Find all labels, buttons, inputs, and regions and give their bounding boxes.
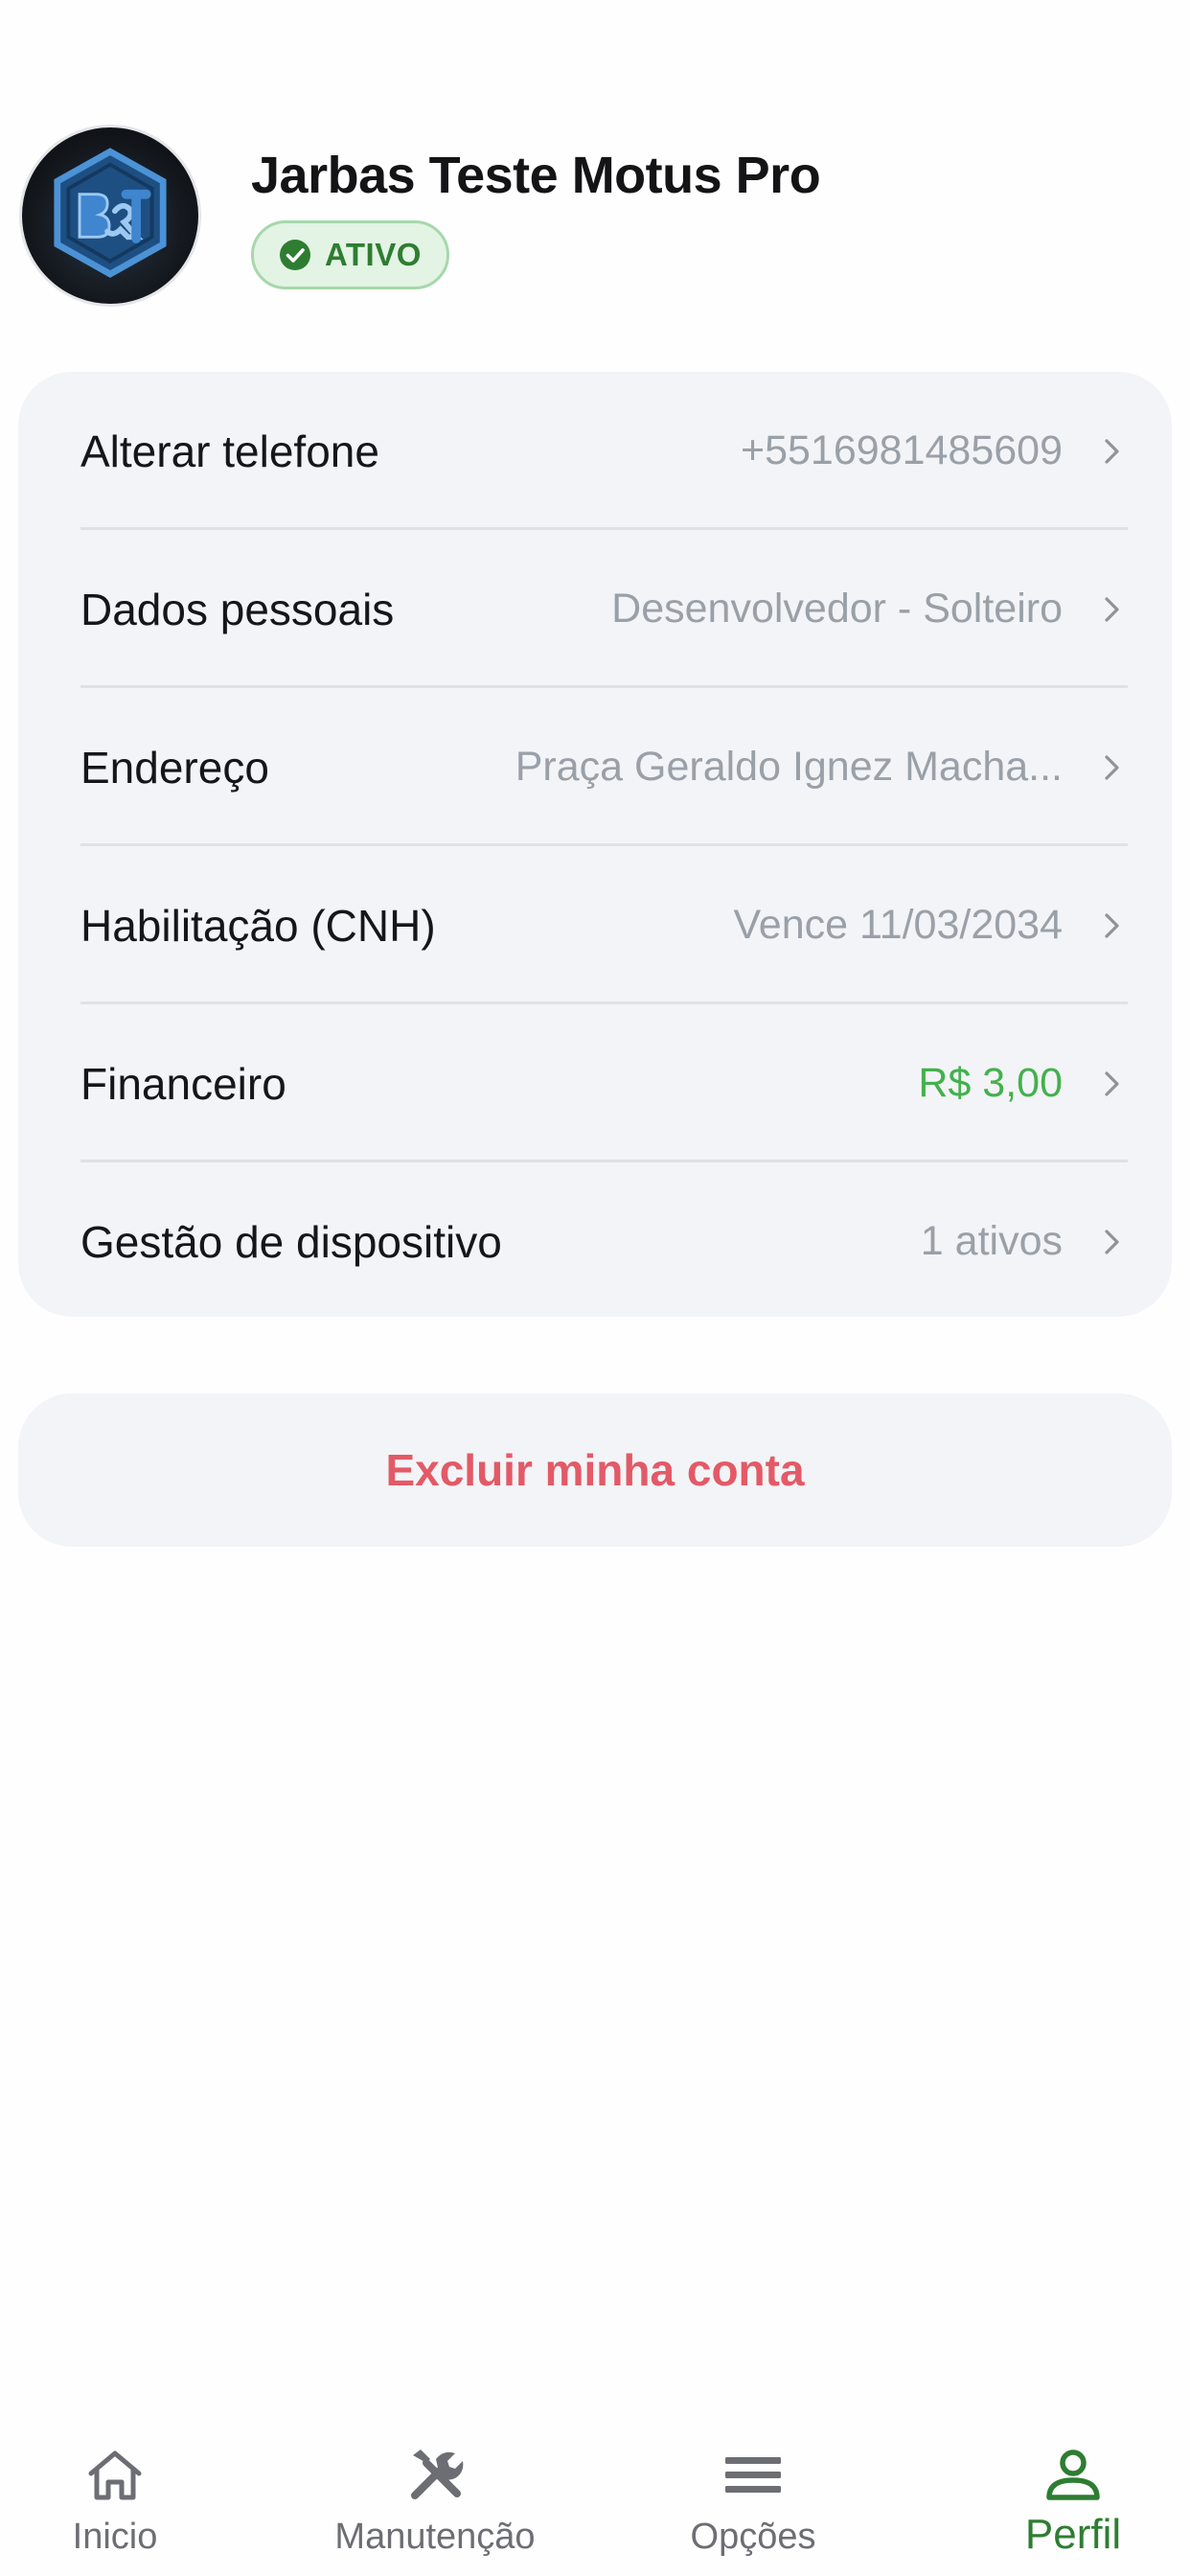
chevron-right-icon <box>1105 438 1119 464</box>
settings-item-phone[interactable]: Alterar telefone +5516981485609 <box>80 372 1128 530</box>
settings-item-value: Praça Geraldo Ignez Macha... <box>515 744 1063 790</box>
delete-account-label: Excluir minha conta <box>385 1445 805 1495</box>
settings-item-value: +5516981485609 <box>740 427 1063 473</box>
settings-item-license[interactable]: Habilitação (CNH) Vence 11/03/2034 <box>80 846 1128 1004</box>
nav-item-profile[interactable]: Perfil <box>949 2404 1190 2576</box>
nav-label: Perfil <box>1024 2511 1122 2558</box>
bottom-navigation: Inicio Manutenção Opções Perfil <box>0 2404 1190 2576</box>
settings-item-label: Financeiro <box>80 1058 286 1109</box>
check-circle-icon <box>280 240 310 270</box>
company-logo-icon <box>35 141 185 290</box>
settings-item-value: 1 ativos <box>920 1218 1063 1264</box>
settings-item-financial[interactable]: Financeiro R$ 3,00 <box>80 1004 1128 1162</box>
user-icon <box>1040 2442 1107 2509</box>
tools-icon <box>401 2442 469 2509</box>
settings-item-address[interactable]: Endereço Praça Geraldo Ignez Macha... <box>80 688 1128 846</box>
status-badge: ATIVO <box>251 220 449 289</box>
chevron-right-icon <box>1105 912 1119 938</box>
profile-settings-card: Alterar telefone +5516981485609 Dados pe… <box>18 372 1172 1317</box>
nav-item-maintenance[interactable]: Manutenção <box>310 2404 560 2576</box>
settings-item-label: Gestão de dispositivo <box>80 1216 502 1267</box>
nav-item-options[interactable]: Opções <box>629 2404 878 2576</box>
nav-label: Opções <box>690 2517 816 2557</box>
status-label: ATIVO <box>325 237 422 272</box>
chevron-right-icon <box>1105 596 1119 622</box>
chevron-right-icon <box>1105 1229 1119 1254</box>
nav-label: Inicio <box>72 2517 158 2557</box>
settings-item-label: Habilitação (CNH) <box>80 900 436 951</box>
chevron-right-icon <box>1105 1070 1119 1096</box>
nav-label: Manutenção <box>334 2517 536 2557</box>
settings-item-label: Endereço <box>80 742 269 793</box>
settings-item-value: Desenvolvedor - Solteiro <box>611 586 1063 632</box>
profile-header: Jarbas Teste Motus Pro ATIVO <box>19 125 1169 307</box>
settings-item-label: Alterar telefone <box>80 426 379 476</box>
settings-item-devices[interactable]: Gestão de dispositivo 1 ativos <box>80 1162 1128 1321</box>
avatar[interactable] <box>19 125 201 307</box>
settings-item-value: R$ 3,00 <box>918 1060 1063 1106</box>
home-icon <box>81 2442 149 2509</box>
user-name: Jarbas Teste Motus Pro <box>251 147 821 204</box>
nav-item-home[interactable]: Inicio <box>0 2404 240 2576</box>
chevron-right-icon <box>1105 754 1119 780</box>
menu-icon <box>720 2442 787 2509</box>
settings-item-value: Vence 11/03/2034 <box>733 902 1063 948</box>
profile-screen: Jarbas Teste Motus Pro ATIVO Alterar tel… <box>0 0 1190 2576</box>
settings-item-personal-data[interactable]: Dados pessoais Desenvolvedor - Solteiro <box>80 530 1128 688</box>
delete-account-button[interactable]: Excluir minha conta <box>18 1393 1172 1547</box>
settings-item-label: Dados pessoais <box>80 584 395 634</box>
